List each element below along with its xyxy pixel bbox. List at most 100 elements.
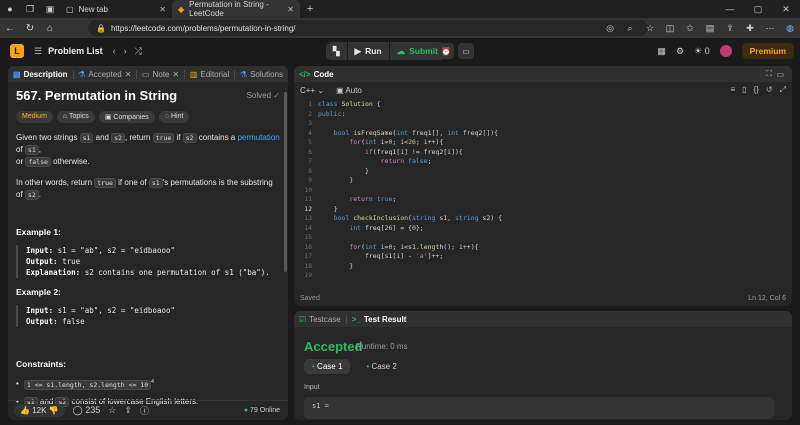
code-line: 7 return false; (308, 157, 432, 165)
expand-icon[interactable]: ⤢ (780, 85, 786, 95)
minimize-icon[interactable]: — (716, 0, 744, 18)
tab-title: New tab (78, 4, 108, 14)
notes-button[interactable]: ▭ (458, 43, 474, 59)
tab-note[interactable]: ▭ Note ✕ (137, 66, 184, 82)
split-icon[interactable]: ◫ (660, 23, 680, 34)
tab-accepted[interactable]: ⚗ Accepted ✕ (73, 66, 136, 82)
result-panel: ☑ Testcase >_ Test Result Accepted Runtime… (294, 311, 792, 420)
back-icon[interactable]: ← (0, 23, 20, 34)
companies-tag[interactable]: ▣ Companies (98, 111, 155, 123)
language-select[interactable]: C++ ⌄ (300, 86, 324, 95)
result-tabs: ☑ Testcase >_ Test Result (294, 311, 792, 327)
close-icon[interactable]: ✕ (173, 70, 180, 79)
run-button[interactable]: ▶ Run (347, 42, 389, 60)
lock-icon: 🔒 (96, 23, 106, 33)
timer-button[interactable]: ⏰ (438, 43, 454, 59)
page-title: 567. Permutation in String (16, 88, 178, 103)
zoom-icon[interactable]: ⌕ (620, 23, 640, 34)
permutation-link[interactable]: permutation (237, 133, 279, 142)
browser-tab-new-tab[interactable]: ▢ New tab ✕ (60, 0, 172, 18)
leetcode-logo[interactable]: L (10, 44, 24, 58)
list-icon[interactable]: ☰ (34, 46, 42, 57)
code-line: 17 freq[s1[i] - 'a']++; (304, 252, 444, 260)
chevron-right-icon[interactable]: › (124, 46, 127, 56)
tab-test-result[interactable]: >_ Test Result (347, 311, 412, 327)
code-line: 13 bool checkInclusion(string s1, string… (304, 214, 502, 222)
solved-badge: Solved ✓ (246, 91, 280, 100)
address-bar[interactable]: 🔒 https://leetcode.com/problems/permutat… (88, 20, 648, 36)
settings-icon[interactable]: ⚙ (676, 46, 684, 57)
home-icon[interactable]: ⌂ (40, 23, 60, 34)
example-2: Input: s1 = "ab", s2 = "eidboaoo" Output… (16, 305, 280, 327)
new-tab-button[interactable]: + (300, 3, 320, 15)
tag-row: Medium ⌂ Topics ▣ Companies ◌ Hint (16, 111, 280, 123)
run-submit-group: ▚ ▶ Run ☁ Submit (326, 42, 445, 60)
braces-icon[interactable]: {} (754, 85, 759, 95)
code-line: 19 (304, 271, 312, 279)
reset-icon[interactable]: ↺ (766, 85, 773, 95)
bookmark-icon[interactable]: ▯ (742, 85, 746, 95)
menu-icon[interactable]: ⋯ (760, 23, 780, 34)
code-editor[interactable]: 1 class Solution { 2 public: 3 4 bool isFr… (294, 100, 792, 290)
code-line: 11 return true; (304, 195, 397, 203)
browser-tab-leetcode[interactable]: ◆ Permutation in String - LeetCode ✕ (172, 0, 300, 18)
tracking-icon[interactable]: ◎ (600, 23, 620, 34)
close-window-icon[interactable]: ✕ (772, 0, 800, 18)
code-line: 9 } (308, 176, 354, 184)
chevron-left-icon[interactable]: ‹ (113, 46, 116, 56)
share-icon[interactable]: ⇪ (124, 405, 132, 416)
tab-solutions[interactable]: ⚗ Solutions (235, 66, 288, 82)
auto-mode-toggle[interactable]: ▣ Auto (336, 86, 362, 95)
input-value-box[interactable]: s1 = (304, 397, 774, 419)
difficulty-tag[interactable]: Medium (16, 111, 53, 123)
tab-actions-icon[interactable]: ▣ (40, 0, 60, 18)
tag-icon: ⌂ (62, 113, 68, 120)
streak-counter[interactable]: ☀ 0 (694, 46, 710, 57)
submit-button[interactable]: ☁ Submit (389, 42, 445, 60)
maximize-icon[interactable]: ⛶ (766, 69, 772, 79)
thumbs-down-icon[interactable]: 👎 (49, 406, 59, 415)
case-2-tab[interactable]: • Case 2 (358, 359, 404, 374)
tab-editorial[interactable]: ▥ Editorial (185, 66, 234, 82)
copilot-icon[interactable]: ◍ (780, 23, 800, 34)
shuffle-icon[interactable]: ⤮ (135, 46, 142, 57)
code-line: 15 (304, 233, 312, 241)
like-button[interactable]: 👍 12K 👎 (14, 404, 65, 417)
hint-tag[interactable]: ◌ Hint (158, 111, 190, 123)
comments-button[interactable]: ◯ 235 (73, 405, 101, 416)
checkbox-icon: ☑ (299, 314, 307, 324)
extensions-icon[interactable]: ✚ (740, 23, 760, 34)
refresh-icon[interactable]: ↻ (20, 23, 40, 34)
star-icon[interactable]: ☆ (108, 405, 116, 416)
tab-code[interactable]: </> Code (294, 66, 339, 82)
more-icon[interactable]: ▭ (776, 70, 784, 79)
play-icon: ▶ (354, 45, 362, 56)
help-icon[interactable]: ⓘ (140, 404, 149, 417)
topics-tag[interactable]: ⌂ Topics (56, 111, 95, 123)
debug-button[interactable]: ▚ (326, 42, 347, 60)
premium-button[interactable]: Premium (741, 43, 794, 59)
collections-icon[interactable]: ▤ (700, 23, 720, 34)
close-icon[interactable]: ✕ (125, 70, 132, 79)
scrollbar[interactable] (284, 92, 287, 272)
favorite-icon[interactable]: ☆ (640, 23, 660, 34)
tab-testcase[interactable]: ☑ Testcase (294, 311, 346, 327)
leetcode-header: L ☰ Problem List ‹ › ⤮ ▚ ▶ Run ☁ Submit ⏰ … (0, 38, 800, 64)
workspaces-icon[interactable]: ❐ (20, 0, 40, 18)
lock-icon: ▣ (104, 114, 112, 121)
close-icon[interactable]: ✕ (159, 5, 166, 14)
favorites-icon[interactable]: ✩ (680, 23, 700, 34)
problem-list-link[interactable]: Problem List (48, 46, 103, 56)
tab-description[interactable]: ▤ Description (8, 66, 73, 82)
bullet-icon: • (16, 379, 19, 388)
case-1-tab[interactable]: • Case 1 (304, 359, 351, 374)
layout-icon[interactable]: ▦ (657, 46, 666, 57)
share-icon[interactable]: ⇪ (720, 23, 740, 34)
maximize-icon[interactable]: ▢ (744, 0, 772, 18)
avatar[interactable] (719, 45, 732, 57)
profile-icon[interactable]: ● (0, 0, 20, 18)
cloud-upload-icon: ☁ (396, 45, 406, 56)
format-icon[interactable]: ≡ (730, 85, 735, 95)
close-icon[interactable]: ✕ (287, 5, 294, 14)
note-icon: ▭ (462, 46, 470, 56)
